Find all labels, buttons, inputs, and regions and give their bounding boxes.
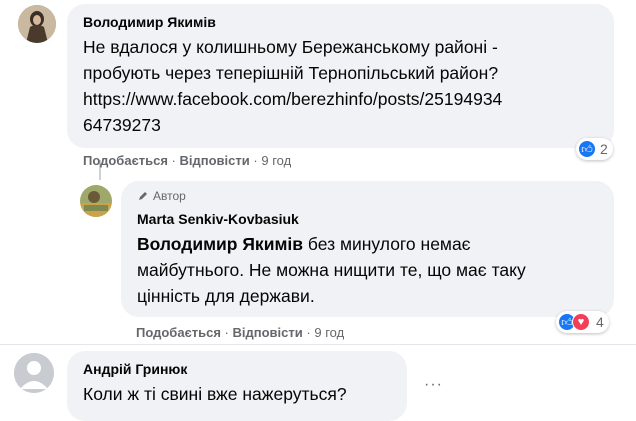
comment-actions: Подобається · Відповісти · 9 год bbox=[83, 153, 292, 168]
mention-link[interactable]: Володимир Якимів bbox=[137, 234, 303, 254]
comment-bubble: Автор Marta Senkiv-Kovbasiuk Володимир Я… bbox=[121, 181, 614, 317]
avatar[interactable] bbox=[18, 5, 56, 43]
comment-author[interactable]: Marta Senkiv-Kovbasiuk bbox=[137, 211, 299, 227]
avatar-photo bbox=[80, 185, 112, 217]
author-badge: Автор bbox=[137, 189, 186, 203]
comment-line: Не вдалося у колишньому Бережанському ра… bbox=[83, 37, 498, 57]
comment-actions: Подобається · Відповісти · 9 год bbox=[136, 325, 345, 340]
comment-link[interactable]: 64739273 bbox=[83, 112, 502, 138]
like-button[interactable]: Подобається bbox=[83, 153, 168, 168]
thread-line bbox=[0, 344, 636, 345]
timestamp[interactable]: 9 год bbox=[261, 153, 291, 168]
like-button[interactable]: Подобається bbox=[136, 325, 221, 340]
reply-button[interactable]: Відповісти bbox=[180, 153, 250, 168]
comment-bubble: Андрій Гринюк Коли ж ті свині вже нажеру… bbox=[67, 351, 407, 421]
comment-bubble: Володимир Якимів Не вдалося у колишньому… bbox=[67, 4, 614, 148]
avatar-photo bbox=[18, 5, 56, 43]
reaction-count[interactable]: 👍︎ ♥ 4 bbox=[556, 311, 609, 333]
comment-link[interactable]: https://www.facebook.com/berezhinfo/post… bbox=[83, 86, 502, 112]
love-icon: ♥ bbox=[572, 313, 590, 331]
avatar[interactable] bbox=[14, 353, 54, 393]
reply-button[interactable]: Відповісти bbox=[233, 325, 303, 340]
comment-line: пробують через теперішній Тернопільський… bbox=[83, 63, 499, 83]
comment-line: майбутнього. Не можна нищити те, що має … bbox=[137, 260, 526, 280]
reaction-count[interactable]: 👍︎ 2 bbox=[576, 138, 613, 160]
like-icon: 👍︎ bbox=[578, 140, 596, 158]
comment-author[interactable]: Андрій Гринюк bbox=[83, 361, 187, 377]
comment-text: Не вдалося у колишньому Бережанському ра… bbox=[83, 34, 502, 138]
default-avatar-icon bbox=[14, 353, 54, 393]
comment-author[interactable]: Володимир Якимів bbox=[83, 14, 216, 30]
comment-line: цінність для держави. bbox=[137, 286, 315, 306]
comment-text: Володимир Якимів без минулого немає майб… bbox=[137, 231, 526, 309]
more-options-icon[interactable]: ··· bbox=[424, 376, 443, 394]
comment-line: Коли ж ті свині вже нажеруться? bbox=[83, 384, 347, 404]
pen-icon bbox=[139, 192, 147, 200]
avatar[interactable] bbox=[80, 185, 112, 217]
timestamp[interactable]: 9 год bbox=[314, 325, 344, 340]
